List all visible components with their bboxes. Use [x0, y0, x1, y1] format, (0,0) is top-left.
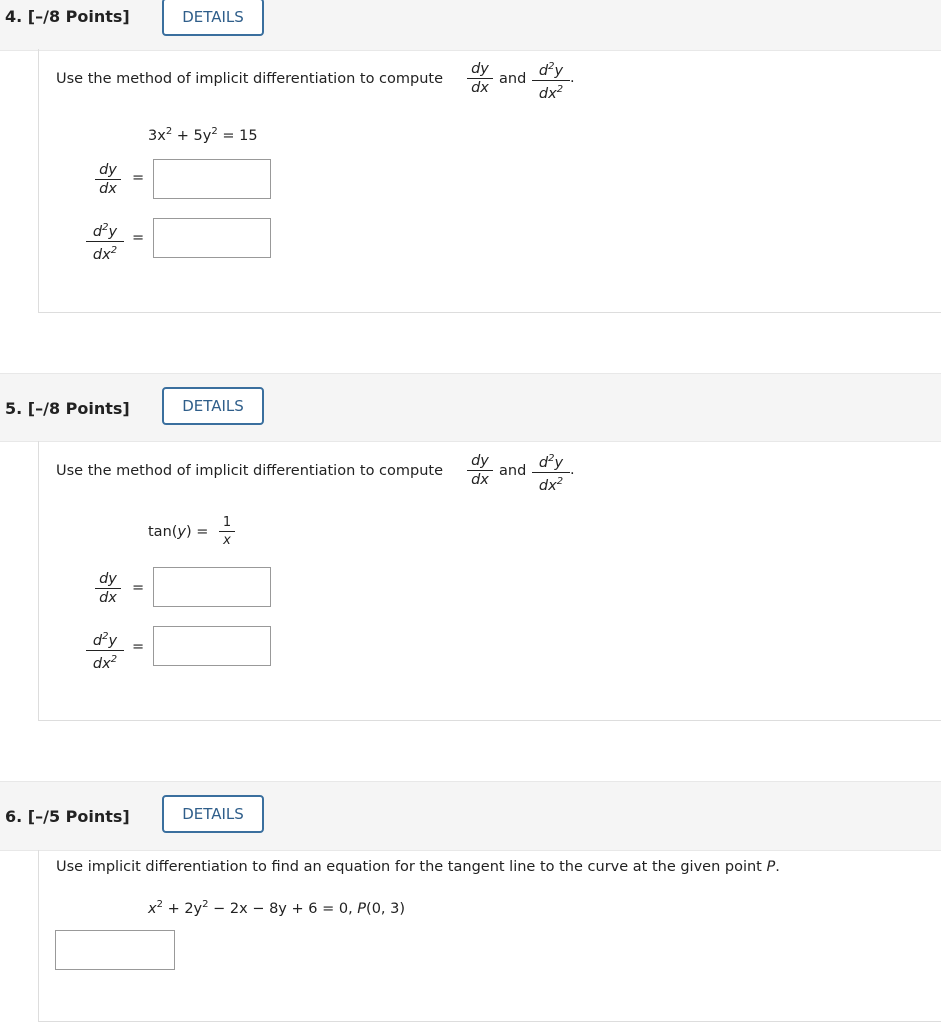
question-4-d2ydx2-label: d2y dx2 [86, 219, 124, 264]
question-5-prompt-d2ydx2: d2y dx2 [532, 450, 570, 495]
question-4-prompt-d2ydx2: d2y dx2 [532, 58, 570, 103]
question-5-equation-lhs: tan(y) = [148, 524, 209, 540]
question-4-details-button[interactable]: DETAILS [162, 0, 264, 36]
question-4-header: 4. [–/8 Points] DETAILS [0, 0, 941, 51]
question-6-prompt: Use implicit differentiation to find an … [56, 859, 780, 875]
question-5-dydx-equals: = [132, 580, 145, 596]
question-5-prompt-dydx: dy dx [467, 453, 493, 489]
question-6-answer-input[interactable] [55, 930, 175, 970]
question-5-details-button[interactable]: DETAILS [162, 387, 264, 425]
question-5-dydx-answer-input[interactable] [153, 567, 271, 607]
question-4-d2ydx2-equals: = [132, 230, 145, 246]
question-5-header: 5. [–/8 Points] DETAILS [0, 373, 941, 442]
question-5-prompt: Use the method of implicit differentiati… [56, 463, 444, 479]
question-5-prompt-and: and [499, 463, 527, 479]
question-6-title: 6. [–/5 Points] [5, 807, 130, 826]
question-4-equation: 3x2 + 5y2 = 15 [148, 126, 258, 144]
question-5-d2ydx2-label: d2y dx2 [86, 628, 124, 673]
question-4-title: 4. [–/8 Points] [5, 7, 130, 26]
question-5-d2ydx2-equals: = [132, 639, 145, 655]
question-4-dydx-label: dy dx [95, 162, 121, 198]
question-4-prompt-period: . [570, 70, 575, 86]
question-6-details-button[interactable]: DETAILS [162, 795, 264, 833]
question-5-dydx-label: dy dx [95, 571, 121, 607]
question-4-prompt: Use the method of implicit differentiati… [56, 71, 444, 87]
question-6-equation: x2 + 2y2 − 2x − 8y + 6 = 0, P(0, 3) [148, 899, 406, 917]
question-4-dydx-equals: = [132, 170, 145, 186]
question-5-title: 5. [–/8 Points] [5, 399, 130, 418]
question-6-header: 6. [–/5 Points] DETAILS [0, 781, 941, 851]
question-5-prompt-period: . [570, 462, 575, 478]
question-4-prompt-dydx: dy dx [467, 61, 493, 97]
question-5-d2ydx2-answer-input[interactable] [153, 626, 271, 666]
question-4-dydx-answer-input[interactable] [153, 159, 271, 199]
question-5-equation-fraction: 1x [219, 514, 235, 550]
question-4-d2ydx2-answer-input[interactable] [153, 218, 271, 258]
question-4-prompt-and: and [499, 71, 527, 87]
